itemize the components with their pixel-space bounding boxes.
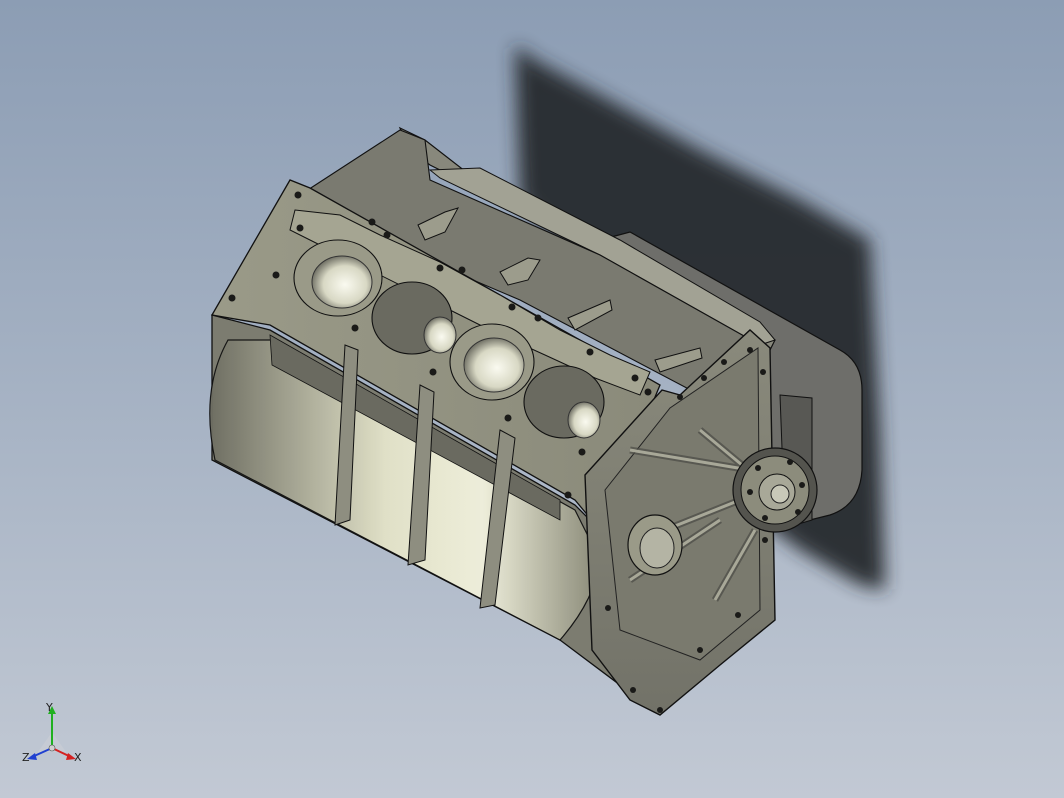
crank-seal — [732, 447, 818, 533]
cylinder-bore-3 — [449, 323, 535, 401]
view-orientation-triad[interactable]: Y X Z — [16, 700, 88, 772]
z-axis-label: Z — [22, 751, 30, 764]
y-axis-label: Y — [45, 701, 53, 714]
engine-block-model[interactable] — [0, 0, 1064, 798]
cylinder-bore-1 — [293, 239, 383, 317]
cam-bore-boss — [627, 514, 683, 576]
triad-origin-icon — [48, 744, 56, 752]
cylinder-bore-4 — [523, 365, 605, 439]
graphics-viewport[interactable]: Y X Z — [0, 0, 1064, 798]
x-axis-label: X — [74, 751, 82, 764]
